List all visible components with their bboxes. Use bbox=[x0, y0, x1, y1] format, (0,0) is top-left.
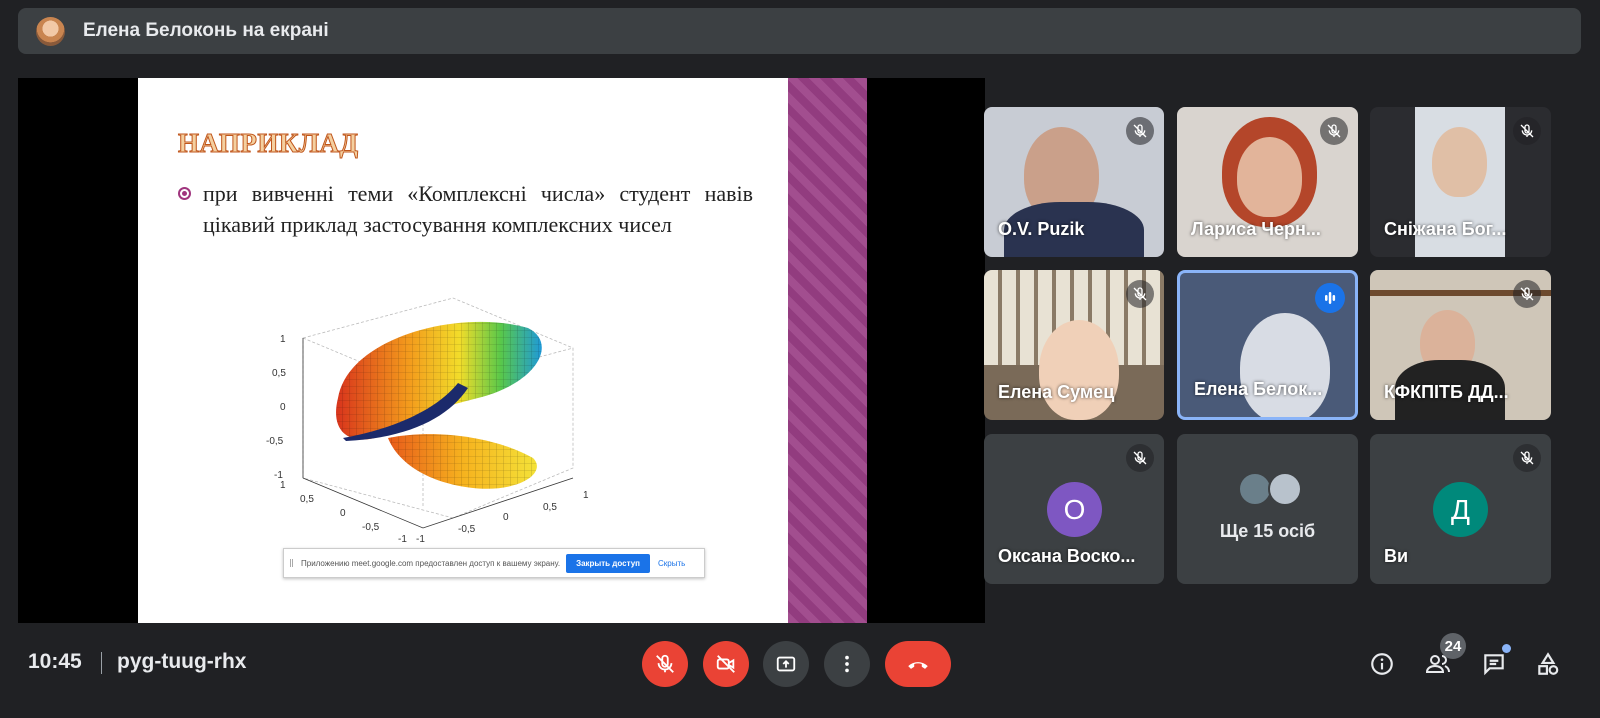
y-tick: -1 bbox=[416, 534, 425, 545]
y-tick: 0,5 bbox=[543, 502, 557, 513]
call-end-icon bbox=[908, 662, 928, 669]
x-tick: -0,5 bbox=[362, 522, 380, 533]
slide-side-decoration bbox=[788, 78, 867, 623]
mic-off-icon bbox=[1513, 444, 1541, 472]
meeting-code: pyg-tuug-rhx bbox=[117, 650, 247, 673]
info-icon bbox=[1371, 653, 1393, 675]
meeting-details-button[interactable] bbox=[1364, 646, 1400, 682]
more-vert-icon bbox=[845, 655, 849, 673]
chat-icon bbox=[1484, 654, 1504, 676]
participant-tile[interactable]: Сніжана Бог... bbox=[1370, 107, 1551, 257]
x-tick: 0 bbox=[340, 508, 346, 519]
participant-tile[interactable]: O.V. Puzik bbox=[984, 107, 1164, 257]
participant-tile[interactable]: Елена Белок... bbox=[1177, 270, 1358, 420]
participant-name: КФКПІТБ ДД... bbox=[1384, 382, 1509, 402]
more-participants-avatars bbox=[1238, 472, 1302, 506]
participant-name: Ви bbox=[1384, 546, 1409, 566]
y-tick: 0 bbox=[503, 512, 509, 523]
presenter-banner: Елена Белоконь на екрані bbox=[18, 8, 1581, 54]
bullet-icon bbox=[178, 187, 191, 200]
participant-tile-self[interactable]: Д Ви bbox=[1370, 434, 1551, 584]
x-tick: 0,5 bbox=[300, 494, 314, 505]
participant-tile[interactable]: КФКПІТБ ДД... bbox=[1370, 270, 1551, 420]
hide-notice-link[interactable]: Скрыть bbox=[658, 559, 685, 568]
participant-tile[interactable]: О Оксана Воско... bbox=[984, 434, 1164, 584]
z-tick: 1 bbox=[280, 334, 286, 345]
slide-bullet-text: при вивченні теми «Комплексні числа» сту… bbox=[203, 181, 753, 237]
meeting-time: 10:45 bbox=[28, 650, 82, 673]
participant-avatar: Д bbox=[1433, 482, 1488, 537]
speaking-indicator-icon bbox=[1315, 283, 1345, 313]
camera-off-icon bbox=[716, 655, 735, 673]
participant-name: Сніжана Бог... bbox=[1384, 219, 1507, 239]
participant-name: O.V. Puzik bbox=[998, 219, 1085, 239]
present-icon bbox=[776, 656, 796, 672]
slide-bullet: при вивченні теми «Комплексні числа» сту… bbox=[178, 178, 753, 240]
present-button[interactable] bbox=[763, 641, 809, 687]
mic-off-icon bbox=[1126, 280, 1154, 308]
leave-call-button[interactable] bbox=[885, 641, 951, 687]
z-tick: 0 bbox=[280, 402, 286, 413]
complex-surface-plot: 1 0,5 0 -0,5 -1 1 0,5 0 -0,5 -1 -1 -0,5 … bbox=[266, 297, 589, 545]
more-participants-tile[interactable]: Ще 15 осіб bbox=[1177, 434, 1358, 584]
x-tick: 1 bbox=[280, 480, 286, 491]
participant-tile[interactable]: Елена Сумец bbox=[984, 270, 1164, 420]
stop-sharing-button[interactable]: Закрыть доступ bbox=[566, 553, 651, 573]
presenter-banner-title: Елена Белоконь на екрані bbox=[83, 20, 329, 41]
participant-count-badge: 24 bbox=[1440, 633, 1466, 659]
presenter-avatar bbox=[36, 16, 65, 46]
y-tick: 1 bbox=[583, 490, 589, 501]
participant-video bbox=[1240, 313, 1330, 417]
participant-name: Лариса Черн... bbox=[1191, 219, 1321, 239]
drag-handle-icon[interactable] bbox=[290, 559, 293, 567]
z-tick: 0,5 bbox=[272, 368, 286, 379]
screen-share-notice: Приложению meet.google.com предоставлен … bbox=[283, 548, 705, 578]
participant-name: Елена Сумец bbox=[998, 382, 1115, 402]
chat-notification-dot bbox=[1502, 644, 1511, 653]
share-notice-message: Приложению meet.google.com предоставлен … bbox=[301, 558, 561, 568]
activities-button[interactable] bbox=[1530, 646, 1566, 682]
more-participants-label: Ще 15 осіб bbox=[1219, 521, 1316, 541]
participant-avatar: О bbox=[1047, 482, 1102, 537]
mic-off-icon bbox=[656, 654, 674, 673]
x-tick: -1 bbox=[398, 534, 407, 545]
mic-off-icon bbox=[1126, 444, 1154, 472]
participant-tile[interactable]: Лариса Черн... bbox=[1177, 107, 1358, 257]
divider bbox=[101, 652, 102, 674]
participant-name: Елена Белок... bbox=[1194, 379, 1323, 399]
camera-toggle-button[interactable] bbox=[703, 641, 749, 687]
more-options-button[interactable] bbox=[824, 641, 870, 687]
bottom-bar: 10:45 pyg-tuug-rhx 24 bbox=[0, 630, 1600, 718]
z-tick: -0,5 bbox=[266, 436, 284, 447]
mic-off-icon bbox=[1320, 117, 1348, 145]
activities-icon bbox=[1538, 652, 1559, 675]
y-tick: -0,5 bbox=[458, 524, 476, 535]
mic-off-icon bbox=[1513, 117, 1541, 145]
mic-off-icon bbox=[1126, 117, 1154, 145]
mic-off-icon bbox=[1513, 280, 1541, 308]
shared-screen[interactable]: НАПРИКЛАД при вивченні теми «Комплексні … bbox=[18, 78, 985, 623]
presentation-slide: НАПРИКЛАД при вивченні теми «Комплексні … bbox=[138, 78, 788, 623]
participant-name: Оксана Воско... bbox=[998, 546, 1136, 566]
slide-heading: НАПРИКЛАД bbox=[178, 128, 359, 159]
mic-toggle-button[interactable] bbox=[642, 641, 688, 687]
